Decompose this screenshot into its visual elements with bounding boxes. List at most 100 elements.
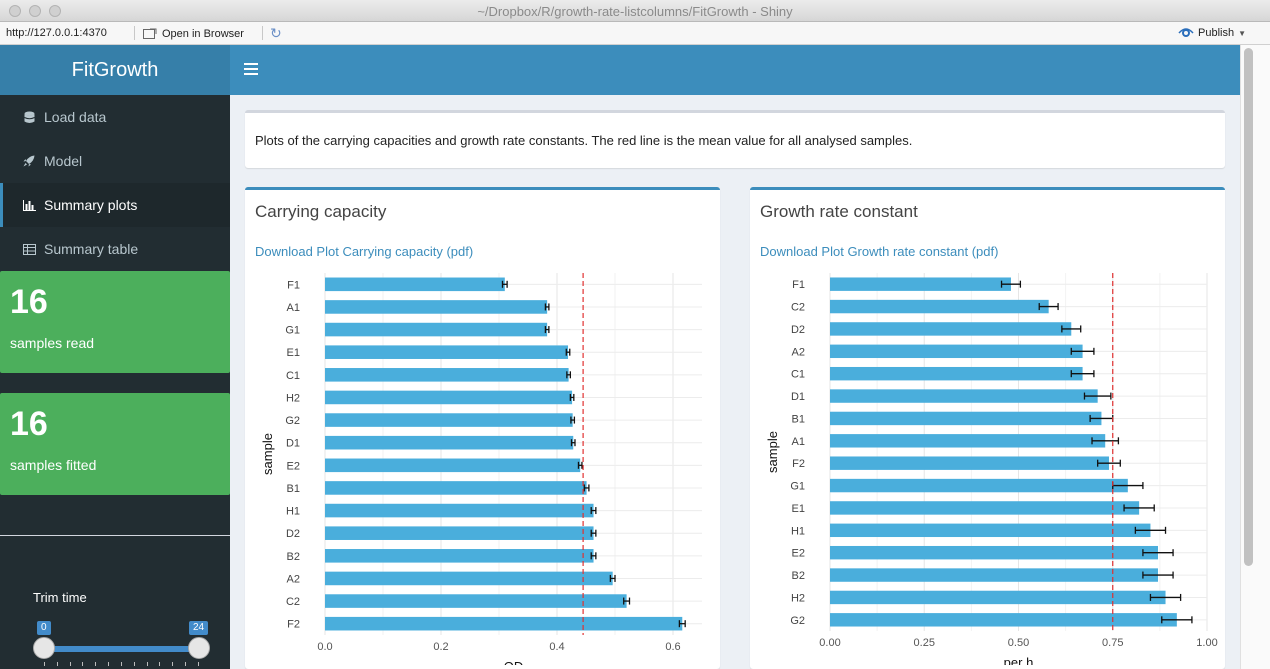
x-tick-label: 0.50 [1008, 637, 1029, 649]
bar-H2 [325, 390, 573, 405]
window-titlebar: ~/Dropbox/R/growth-rate-listcolumns/FitG… [0, 0, 1270, 22]
bar-chart-icon [21, 199, 37, 211]
slider-ticks [44, 662, 199, 666]
y-tick-label: H2 [286, 392, 300, 404]
y-tick-label: D1 [286, 438, 300, 450]
y-tick-label: E2 [287, 460, 300, 472]
download-growth-rate-link[interactable]: Download Plot Growth rate constant (pdf) [760, 244, 998, 259]
y-tick-label: F1 [287, 279, 300, 291]
sidebar-item-model[interactable]: Model [0, 139, 230, 183]
chevron-down-icon[interactable]: ▼ [1238, 29, 1246, 38]
y-tick-label: C1 [286, 370, 300, 382]
y-tick-label: D1 [791, 391, 805, 403]
toolbar-divider [262, 26, 263, 40]
bar-B1 [830, 411, 1102, 426]
window-title: ~/Dropbox/R/growth-rate-listcolumns/FitG… [477, 4, 793, 19]
y-axis-label: sample [765, 431, 780, 473]
y-tick-label: A2 [792, 346, 805, 358]
sidebar-item-load-data[interactable]: Load data [0, 95, 230, 139]
x-axis-label: OD [504, 659, 524, 665]
y-tick-label: F2 [287, 619, 300, 631]
top-navbar [230, 45, 1240, 95]
y-tick-label: F1 [792, 279, 805, 291]
bar-B2 [325, 549, 594, 563]
y-tick-label: D2 [286, 528, 300, 540]
sidebar: Load data Model Summary plots Summary ta… [0, 95, 230, 669]
y-tick-label: A1 [792, 436, 805, 448]
y-tick-label: B1 [792, 413, 805, 425]
y-tick-label: C2 [791, 302, 805, 314]
info-box: Plots of the carrying capacities and gro… [245, 110, 1225, 168]
trim-time-max-handle[interactable] [188, 637, 210, 659]
open-in-browser-button[interactable]: Open in Browser [143, 25, 244, 42]
y-tick-label: F2 [792, 458, 805, 470]
bar-E2 [325, 458, 581, 473]
sidebar-toggle-icon[interactable] [244, 63, 258, 75]
bar-A2 [830, 344, 1083, 359]
growth-rate-box: Growth rate constant Download Plot Growt… [750, 187, 1225, 669]
y-tick-label: B2 [792, 570, 805, 582]
y-tick-label: G1 [790, 481, 805, 493]
sidebar-item-summary-plots[interactable]: Summary plots [0, 183, 230, 227]
bar-B1 [325, 481, 587, 495]
bar-E2 [830, 545, 1158, 560]
sidebar-divider [0, 535, 230, 536]
sidebar-item-summary-table[interactable]: Summary table [0, 227, 230, 271]
sidebar-item-label: Summary plots [44, 197, 138, 213]
open-in-browser-label: Open in Browser [162, 27, 244, 40]
sidebar-item-label: Load data [44, 109, 107, 125]
bar-A1 [325, 300, 548, 314]
sidebar-item-label: Model [44, 153, 83, 169]
samples-read-count: 16 [10, 283, 48, 321]
y-tick-label: E1 [792, 503, 805, 515]
download-carrying-capacity-link[interactable]: Download Plot Carrying capacity (pdf) [255, 244, 473, 259]
publish-label: Publish [1198, 27, 1235, 39]
bar-H1 [325, 503, 594, 518]
trim-time-min-handle[interactable] [33, 637, 55, 659]
carrying-capacity-box: Carrying capacity Download Plot Carrying… [245, 187, 720, 669]
publish-icon [1178, 28, 1194, 37]
slider-min-value: 0 [37, 621, 51, 635]
refresh-icon[interactable]: ↻ [270, 25, 282, 42]
database-icon [21, 111, 37, 124]
sidebar-item-label: Summary table [44, 241, 139, 257]
info-text: Plots of the carrying capacities and gro… [255, 133, 913, 148]
bar-A1 [830, 434, 1106, 448]
toolbar-divider [134, 26, 135, 40]
bar-A2 [325, 571, 613, 586]
table-icon [21, 243, 37, 255]
y-tick-label: H1 [286, 506, 300, 518]
bar-D1 [830, 389, 1098, 403]
y-tick-label: H1 [791, 525, 805, 537]
rocket-icon [21, 155, 37, 167]
bar-C2 [830, 299, 1049, 314]
x-tick-label: 0.25 [914, 637, 935, 649]
bar-D2 [325, 526, 594, 540]
app-logo[interactable]: FitGrowth [0, 45, 230, 95]
scrollbar-thumb[interactable] [1244, 48, 1253, 566]
x-tick-label: 0.2 [433, 641, 448, 653]
bar-B2 [830, 568, 1158, 582]
bar-H2 [830, 590, 1166, 605]
x-tick-label: 1.00 [1196, 637, 1217, 649]
bar-D2 [830, 322, 1072, 336]
x-axis-label: per h [1004, 655, 1034, 665]
y-tick-label: H2 [791, 592, 805, 604]
bar-C1 [325, 368, 569, 382]
trim-time-slider-track[interactable] [44, 646, 199, 652]
bar-G2 [325, 413, 573, 427]
publish-button[interactable]: Publish ▼ [1178, 26, 1246, 40]
y-tick-label: E1 [287, 347, 300, 359]
y-tick-label: C1 [791, 369, 805, 381]
growth-rate-chart: 0.00 0.25 0.50 0.75 1.00 F1 C2 D2 A2 C1 D1 B1 A1 F2 G1… [765, 273, 1218, 665]
bar-D1 [325, 435, 574, 450]
slider-max-value: 24 [189, 621, 209, 635]
bar-F2 [325, 616, 683, 631]
bar-E1 [830, 501, 1140, 515]
y-tick-label: C2 [286, 596, 300, 608]
bar-F1 [830, 277, 1011, 291]
x-tick-label: 0.00 [819, 637, 840, 649]
bar-G1 [830, 478, 1128, 493]
bar-C1 [830, 366, 1083, 381]
url-text[interactable]: http://127.0.0.1:4370 [6, 27, 107, 39]
